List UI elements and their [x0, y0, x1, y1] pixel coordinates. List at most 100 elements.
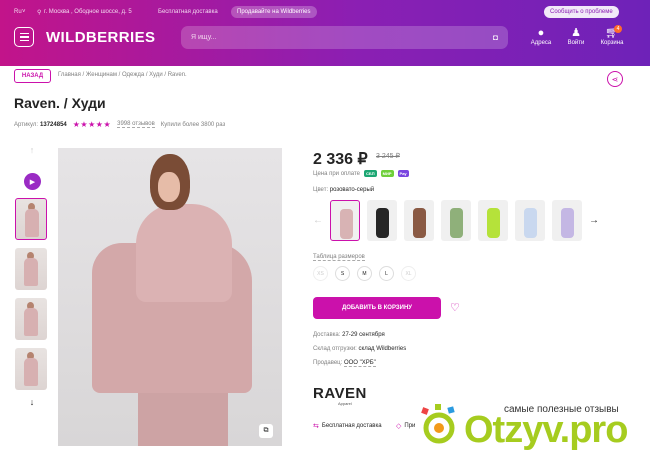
size-option[interactable]: XL	[401, 266, 416, 281]
report-problem-button[interactable]: Сообщить о проблеме	[544, 6, 619, 18]
swatch-figure	[487, 208, 500, 238]
seller-link[interactable]: ООО "ХРБ"	[343, 360, 376, 367]
feature-second: ◇ При	[396, 422, 415, 430]
old-price: 3 245 ₽	[376, 153, 400, 160]
delivery-info: Доставка: 27-29 сентября	[313, 332, 385, 338]
search-placeholder: Я ищу...	[191, 34, 217, 41]
thumbnail[interactable]	[15, 248, 47, 290]
thumbnail[interactable]	[15, 198, 47, 240]
share-icon[interactable]: ⋖	[607, 71, 623, 87]
color-swatch[interactable]	[478, 200, 508, 241]
language-selector[interactable]: Ru	[14, 9, 22, 15]
cart-count-badge: 4	[614, 25, 622, 33]
swatch-figure	[413, 208, 426, 238]
color-swatches: ← →	[313, 200, 599, 241]
location-pin-icon: ⚲	[37, 10, 42, 16]
arrow-left-icon[interactable]: ←	[313, 215, 323, 226]
thumbnail[interactable]	[15, 298, 47, 340]
size-option[interactable]: S	[335, 266, 350, 281]
camera-icon[interactable]: ◘	[493, 33, 498, 42]
heart-icon[interactable]: ♡	[450, 301, 460, 314]
size-option[interactable]: XS	[313, 266, 328, 281]
color-swatch[interactable]	[330, 200, 360, 241]
reviews-link[interactable]: 3998 отзывов	[117, 121, 155, 128]
article-number: 13724854	[40, 121, 67, 128]
location-link[interactable]: г. Москва , Ободное шоссе, д. 5	[44, 9, 132, 15]
color-swatch[interactable]	[404, 200, 434, 241]
watermark-site: Otzyv.pro	[464, 409, 628, 451]
login-button[interactable]: ♟ Войти	[561, 26, 591, 46]
warehouse-label: Склад отгрузки:	[313, 346, 357, 352]
color-swatch[interactable]	[515, 200, 545, 241]
cart-button[interactable]: 🛒︎ Корзина 4	[597, 25, 627, 46]
arrow-up-icon[interactable]: ↑	[14, 145, 50, 159]
sell-on-button[interactable]: Продавайте на Wildberries	[231, 6, 317, 18]
watermark: Otzyv.pro самые полезные отзывы	[418, 398, 628, 452]
bought-count: Купили более 3800 раз	[160, 121, 226, 128]
arrow-down-icon[interactable]: ↓	[14, 397, 50, 407]
size-selector: XS S M L XL	[313, 266, 416, 281]
warehouse-value: склад Wildberries	[358, 346, 407, 352]
breadcrumb[interactable]: Главная / Женщинам / Одежда / Худи / Rav…	[58, 72, 187, 78]
seller-info: Продавец: ООО "ХРБ"	[313, 360, 376, 367]
rating-stars-icon: ★★★★★	[72, 120, 112, 129]
figure-face	[158, 172, 180, 202]
add-to-cart-button[interactable]: ДОБАВИТЬ В КОРЗИНУ	[313, 297, 441, 319]
mir-badge-icon: МИР	[380, 170, 394, 177]
feature-label: При	[404, 423, 416, 429]
feature-label: Бесплатная доставка	[321, 423, 382, 429]
otzyv-mark-icon	[418, 404, 460, 446]
arrow-right-icon[interactable]: →	[589, 215, 599, 226]
page-title: Raven. / Худи	[14, 95, 106, 111]
watermark-slogan: самые полезные отзывы	[504, 404, 619, 415]
swatch-figure	[524, 208, 537, 238]
zoom-icon[interactable]: ⧉	[259, 424, 273, 438]
article-label: Артикул:	[14, 121, 39, 128]
play-video-icon[interactable]: ▶	[24, 173, 41, 190]
sbp-badge-icon: СБП	[364, 170, 377, 177]
swatch-figure	[376, 208, 389, 238]
address-button[interactable]: ● Адреса	[526, 26, 556, 46]
product-main-image[interactable]: ⧉	[58, 148, 282, 446]
thumbnail-strip: ↑ ▶ ↓	[14, 145, 50, 407]
pay-badge-icon: Pay	[397, 170, 409, 177]
chevron-down-icon: ˅	[22, 9, 26, 15]
color-swatch[interactable]	[367, 200, 397, 241]
cart-icon: 🛒︎	[605, 27, 619, 39]
color-swatch[interactable]	[552, 200, 582, 241]
delivery-value: 27-29 сентября	[342, 332, 385, 338]
swatch-figure	[561, 208, 574, 238]
feature-free-delivery: ⇆ Бесплатная доставка	[313, 422, 382, 430]
size-option[interactable]: M	[357, 266, 372, 281]
brand-logo[interactable]: RAVEN	[313, 385, 367, 402]
address-label: Адреса	[530, 40, 552, 46]
warehouse-info: Склад отгрузки: склад Wildberries	[313, 346, 406, 352]
menu-burger-icon[interactable]	[14, 27, 34, 47]
login-label: Войти	[567, 40, 585, 46]
tag-icon: ◇	[396, 423, 402, 430]
swatch-figure	[450, 208, 463, 238]
price: 2 336 ₽	[313, 151, 368, 168]
color-line: Цвет: розовато-серый	[313, 187, 374, 193]
pin-icon: ●	[537, 27, 545, 39]
truck-icon: ⇆	[313, 423, 319, 430]
pay-label: Цена при оплате	[313, 170, 361, 177]
search-input[interactable]: Я ищу... ◘	[181, 26, 508, 49]
header-bar: Ru ˅ ⚲ г. Москва , Ободное шоссе, д. 5 Б…	[0, 0, 650, 66]
color-value: розовато-серый	[329, 187, 375, 193]
figure-hood	[136, 204, 232, 302]
swatch-figure	[340, 209, 353, 239]
thumbnail[interactable]	[15, 348, 47, 390]
free-delivery-link[interactable]: Бесплатная доставка	[158, 9, 218, 15]
delivery-label: Доставка:	[313, 332, 341, 338]
logo[interactable]: WILDBERRIES	[46, 29, 155, 46]
product-meta: Артикул: 13724854 ★★★★★ 3998 отзывов Куп…	[14, 120, 225, 129]
size-table-link[interactable]: Таблица размеров	[313, 254, 365, 261]
color-swatch[interactable]	[441, 200, 471, 241]
size-option[interactable]: L	[379, 266, 394, 281]
user-icon: ♟	[571, 27, 581, 39]
seller-label: Продавец:	[313, 360, 343, 366]
pay-line: Цена при оплате СБП МИР Pay	[313, 170, 409, 177]
back-button[interactable]: НАЗАД	[14, 69, 51, 83]
cart-label: Корзина	[600, 40, 624, 46]
